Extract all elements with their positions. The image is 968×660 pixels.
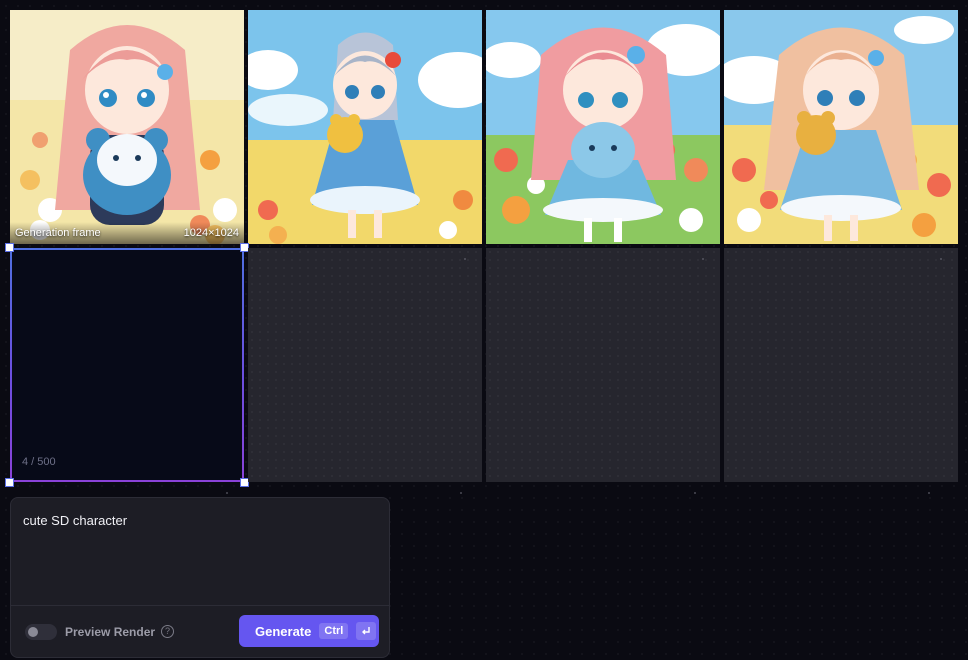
slot-marker xyxy=(702,258,704,260)
image-1-illustration xyxy=(10,10,244,244)
canvas-marker xyxy=(226,492,228,494)
resize-handle-top-left[interactable] xyxy=(5,243,14,252)
generation-frame[interactable]: 4 / 500 xyxy=(10,248,244,482)
empty-slot-3[interactable] xyxy=(724,248,958,482)
generate-label: Generate xyxy=(255,623,312,639)
generation-frame-label: Generation frame xyxy=(15,227,101,239)
generated-image-4[interactable] xyxy=(724,10,958,244)
generate-button[interactable]: Generate Ctrl xyxy=(239,615,379,647)
image-4-illustration xyxy=(724,10,958,244)
toggle-knob xyxy=(28,627,38,637)
preview-render-toggle[interactable] xyxy=(25,624,57,640)
empty-slot-1[interactable] xyxy=(248,248,482,482)
image-2-illustration xyxy=(248,10,482,244)
resize-handle-bottom-left[interactable] xyxy=(5,478,14,487)
prompt-char-count: 4 / 500 xyxy=(22,456,56,468)
empty-slot-2[interactable] xyxy=(486,248,720,482)
shortcut-ctrl: Ctrl xyxy=(319,623,349,639)
panel-divider xyxy=(11,605,389,606)
generated-image-2[interactable] xyxy=(248,10,482,244)
generation-frame-caption: Generation frame 1024×1024 xyxy=(10,222,244,244)
canvas-marker xyxy=(694,492,696,494)
prompt-input[interactable]: cute SD character xyxy=(23,513,373,528)
canvas-board[interactable]: Generation frame 1024×1024 4 / 500 cute … xyxy=(0,0,968,660)
canvas-marker xyxy=(928,492,930,494)
slot-marker xyxy=(464,258,466,260)
help-icon[interactable]: ? xyxy=(161,625,174,638)
slot-marker xyxy=(940,258,942,260)
enter-icon xyxy=(356,622,377,640)
canvas-marker xyxy=(460,492,462,494)
preview-render-label: Preview Render xyxy=(65,625,156,639)
generation-frame-size: 1024×1024 xyxy=(183,227,239,239)
image-3-illustration xyxy=(486,10,720,244)
generated-image-1[interactable]: Generation frame 1024×1024 xyxy=(10,10,244,244)
prompt-panel: cute SD character Preview Render ? Gener… xyxy=(10,497,390,658)
generated-image-3[interactable] xyxy=(486,10,720,244)
